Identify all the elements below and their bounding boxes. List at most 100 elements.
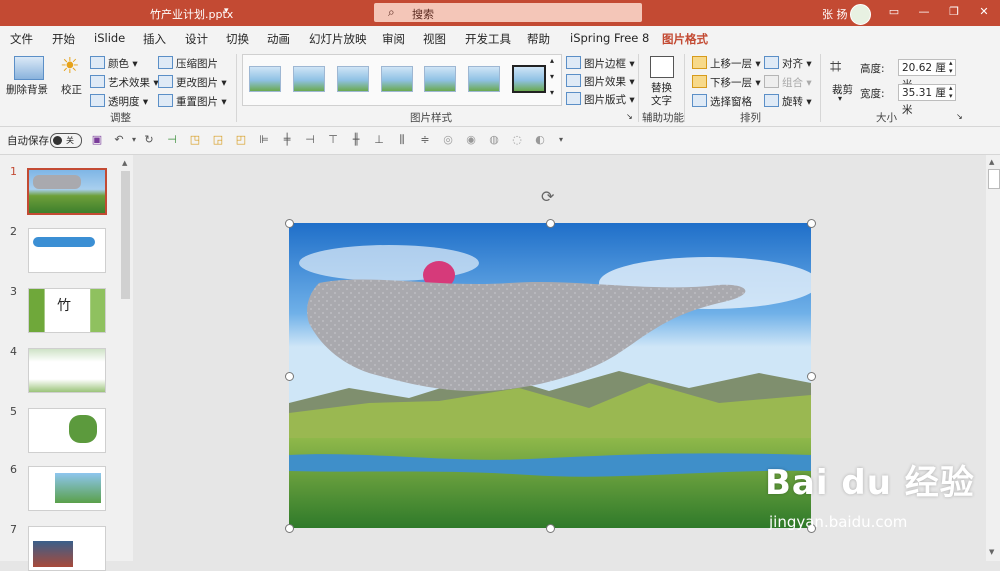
correct-button[interactable]: 校正 bbox=[61, 82, 82, 97]
scroll-up-icon[interactable]: ▲ bbox=[122, 159, 127, 167]
style-thumb[interactable] bbox=[512, 65, 546, 93]
scrollbar-thumb[interactable] bbox=[121, 171, 130, 299]
tab-review[interactable]: 审阅 bbox=[382, 31, 405, 47]
tab-home[interactable]: 开始 bbox=[52, 31, 75, 47]
document-title[interactable]: 竹产业计划.pptx bbox=[150, 6, 233, 22]
dialog-launcher-icon[interactable]: ↘ bbox=[626, 112, 633, 121]
bring-front-icon[interactable]: ◳ bbox=[189, 134, 201, 146]
align-top-icon[interactable]: ⊤ bbox=[327, 134, 339, 146]
art-effect-button[interactable]: 艺术效果 ▾ bbox=[90, 75, 159, 90]
gallery-more-icon[interactable]: ▾ bbox=[550, 88, 554, 97]
save-icon[interactable]: ▣ bbox=[91, 134, 103, 146]
color-button[interactable]: 颜色 ▾ bbox=[90, 56, 138, 71]
style-thumb[interactable] bbox=[468, 66, 500, 92]
distribute-v-icon[interactable]: ≑ bbox=[419, 134, 431, 146]
scroll-down-icon[interactable]: ▼ bbox=[989, 548, 994, 556]
gallery-up-icon[interactable]: ▴ bbox=[550, 56, 554, 65]
tab-insert[interactable]: 插入 bbox=[143, 31, 166, 47]
user-name[interactable]: 张 扬 bbox=[822, 6, 848, 22]
dialog-launcher-icon[interactable]: ↘ bbox=[956, 112, 963, 121]
align-middle-icon[interactable]: ╫ bbox=[350, 134, 362, 146]
resize-handle[interactable] bbox=[546, 524, 555, 533]
style-thumb[interactable] bbox=[337, 66, 369, 92]
style-thumb[interactable] bbox=[381, 66, 413, 92]
width-spinner-icon[interactable]: ▴ ▾ bbox=[949, 84, 953, 100]
merge-shape-icon[interactable]: ◍ bbox=[488, 134, 500, 146]
tab-transitions[interactable]: 切换 bbox=[226, 31, 249, 47]
alt-text-button-line2[interactable]: 文字 bbox=[651, 93, 672, 108]
picture-effect-button[interactable]: 图片效果 ▾ bbox=[566, 74, 635, 89]
compress-button[interactable]: 压缩图片 bbox=[158, 56, 218, 71]
tab-ispring[interactable]: iSpring Free 8 bbox=[570, 31, 649, 45]
align-bottom-icon[interactable]: ⊥ bbox=[373, 134, 385, 146]
resize-handle[interactable] bbox=[285, 219, 294, 228]
slide-thumbnail-5[interactable] bbox=[28, 408, 106, 453]
search-box[interactable]: ⌕ 搜索 bbox=[374, 3, 642, 22]
change-picture-button[interactable]: 更改图片 ▾ bbox=[158, 75, 227, 90]
thumbnail-scrollbar[interactable]: ▲ bbox=[119, 155, 132, 561]
slide-thumbnail-4[interactable] bbox=[28, 348, 106, 393]
tab-animations[interactable]: 动画 bbox=[267, 31, 290, 47]
layer-icon[interactable]: ◰ bbox=[235, 134, 247, 146]
resize-handle[interactable] bbox=[807, 219, 816, 228]
picture-layout-button[interactable]: 图片版式 ▾ bbox=[566, 92, 635, 107]
slide-thumbnail-3[interactable]: 竹 bbox=[28, 288, 106, 333]
rotate-button[interactable]: 旋转 ▾ bbox=[764, 94, 812, 109]
slide-thumbnail-2[interactable] bbox=[28, 228, 106, 273]
resize-handle[interactable] bbox=[285, 524, 294, 533]
merge-shape-icon[interactable]: ◐ bbox=[534, 134, 546, 146]
remove-background-button[interactable]: 删除背景 bbox=[6, 82, 48, 97]
restore-icon[interactable]: ❐ bbox=[946, 5, 962, 18]
style-thumb[interactable] bbox=[424, 66, 456, 92]
width-input[interactable]: 35.31 厘米 bbox=[898, 84, 956, 116]
rotate-handle-icon[interactable]: ⟳ bbox=[541, 187, 554, 206]
ribbon-display-icon[interactable]: ▭ bbox=[886, 5, 902, 18]
tab-view[interactable]: 视图 bbox=[423, 31, 446, 47]
customize-toolbar-icon[interactable]: ▾ bbox=[555, 134, 567, 146]
gallery-down-icon[interactable]: ▾ bbox=[550, 72, 554, 81]
avatar[interactable] bbox=[850, 4, 871, 25]
search-input[interactable]: 搜索 bbox=[412, 6, 434, 22]
merge-shape-icon[interactable]: ◌ bbox=[511, 134, 523, 146]
slide-thumbnail-1[interactable] bbox=[27, 168, 107, 215]
tab-design[interactable]: 设计 bbox=[185, 31, 208, 47]
sun-icon[interactable]: ☀ bbox=[60, 54, 80, 79]
minimize-icon[interactable]: — bbox=[916, 5, 932, 18]
align-left-icon[interactable]: ⊫ bbox=[258, 134, 270, 146]
align-button[interactable]: 对齐 ▾ bbox=[764, 56, 812, 71]
tab-help[interactable]: 帮助 bbox=[527, 31, 550, 47]
remove-background-icon[interactable] bbox=[14, 56, 44, 80]
height-input[interactable]: 20.62 厘米 bbox=[898, 59, 956, 91]
slide-thumbnail-6[interactable] bbox=[28, 466, 106, 511]
tab-picture-format[interactable]: 图片格式 bbox=[662, 31, 708, 52]
autosave-toggle[interactable]: 关 bbox=[50, 133, 82, 148]
slide-thumbnail-7[interactable] bbox=[28, 526, 106, 571]
tab-developer[interactable]: 开发工具 bbox=[465, 31, 511, 47]
send-backward-button[interactable]: 下移一层 ▾ bbox=[692, 75, 761, 90]
redo-icon[interactable]: ↻ bbox=[143, 134, 155, 146]
selection-pane-button[interactable]: 选择窗格 bbox=[692, 94, 752, 109]
height-spinner-icon[interactable]: ▴ ▾ bbox=[949, 59, 953, 75]
style-thumb[interactable] bbox=[293, 66, 325, 92]
scroll-up-icon[interactable]: ▲ bbox=[989, 158, 994, 166]
merge-shape-icon[interactable]: ◎ bbox=[442, 134, 454, 146]
undo-dropdown-icon[interactable]: ▾ bbox=[128, 134, 140, 146]
style-thumb[interactable] bbox=[249, 66, 281, 92]
tab-islide[interactable]: iSlide bbox=[94, 31, 125, 45]
merge-shape-icon[interactable]: ◉ bbox=[465, 134, 477, 146]
send-back-icon[interactable]: ◲ bbox=[212, 134, 224, 146]
alt-text-icon[interactable] bbox=[650, 56, 674, 78]
resize-handle[interactable] bbox=[807, 372, 816, 381]
scrollbar-thumb[interactable] bbox=[988, 169, 1000, 189]
align-right-icon[interactable]: ⊣ bbox=[304, 134, 316, 146]
chevron-down-icon[interactable]: ▾ bbox=[838, 94, 842, 103]
selected-picture[interactable] bbox=[289, 223, 811, 528]
reset-picture-button[interactable]: 重置图片 ▾ bbox=[158, 94, 227, 109]
close-icon[interactable]: ✕ bbox=[976, 5, 992, 18]
canvas-scrollbar[interactable]: ▲ ▼ bbox=[986, 155, 1000, 561]
distribute-h-icon[interactable]: ⫼ bbox=[396, 134, 408, 146]
chevron-down-icon[interactable]: ▾ bbox=[224, 6, 229, 16]
crop-icon[interactable]: ⌗ bbox=[830, 54, 841, 78]
undo-icon[interactable]: ↶ bbox=[113, 134, 125, 146]
resize-handle[interactable] bbox=[546, 219, 555, 228]
